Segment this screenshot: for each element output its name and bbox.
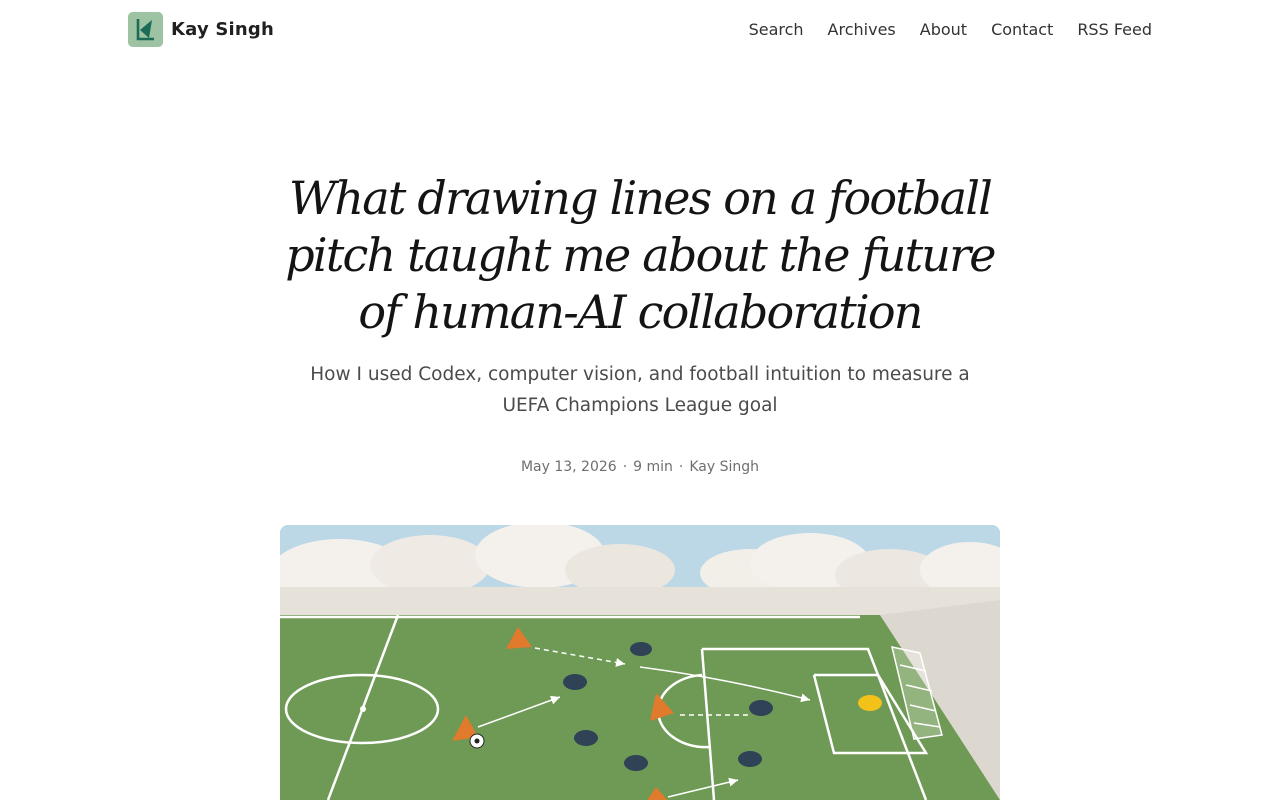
nav-about[interactable]: About <box>920 20 967 39</box>
nav-contact[interactable]: Contact <box>991 20 1053 39</box>
stand-wall <box>280 587 1000 615</box>
nav-archives[interactable]: Archives <box>828 20 896 39</box>
nav-rss-feed[interactable]: RSS Feed <box>1077 20 1152 39</box>
article-author: Kay Singh <box>689 459 760 475</box>
brand-name: Kay Singh <box>171 18 274 40</box>
site-header: Kay Singh Search Archives About Contact … <box>128 11 1152 47</box>
article-header: What drawing lines on a football pitch t… <box>0 170 1280 475</box>
article-subtitle: How I used Codex, computer vision, and f… <box>310 364 970 416</box>
brand-home-link[interactable]: Kay Singh <box>128 11 274 47</box>
goalkeeper-disc-icon <box>858 695 882 711</box>
meta-separator: · <box>622 459 628 475</box>
football-pitch-illustration <box>280 525 1000 800</box>
article-title: What drawing lines on a football pitch t… <box>285 171 996 339</box>
cover-image <box>280 525 1000 800</box>
football-icon <box>469 733 485 749</box>
main-nav: Search Archives About Contact RSS Feed <box>725 20 1152 39</box>
meta-separator: · <box>678 459 684 475</box>
article-meta: May 13, 2026 · 9 min · Kay Singh <box>0 459 1280 475</box>
logo-icon <box>128 11 163 47</box>
nav-search[interactable]: Search <box>749 20 804 39</box>
article-read-time: 9 min <box>633 459 673 475</box>
center-spot <box>360 706 366 712</box>
article-date: May 13, 2026 <box>520 459 617 475</box>
